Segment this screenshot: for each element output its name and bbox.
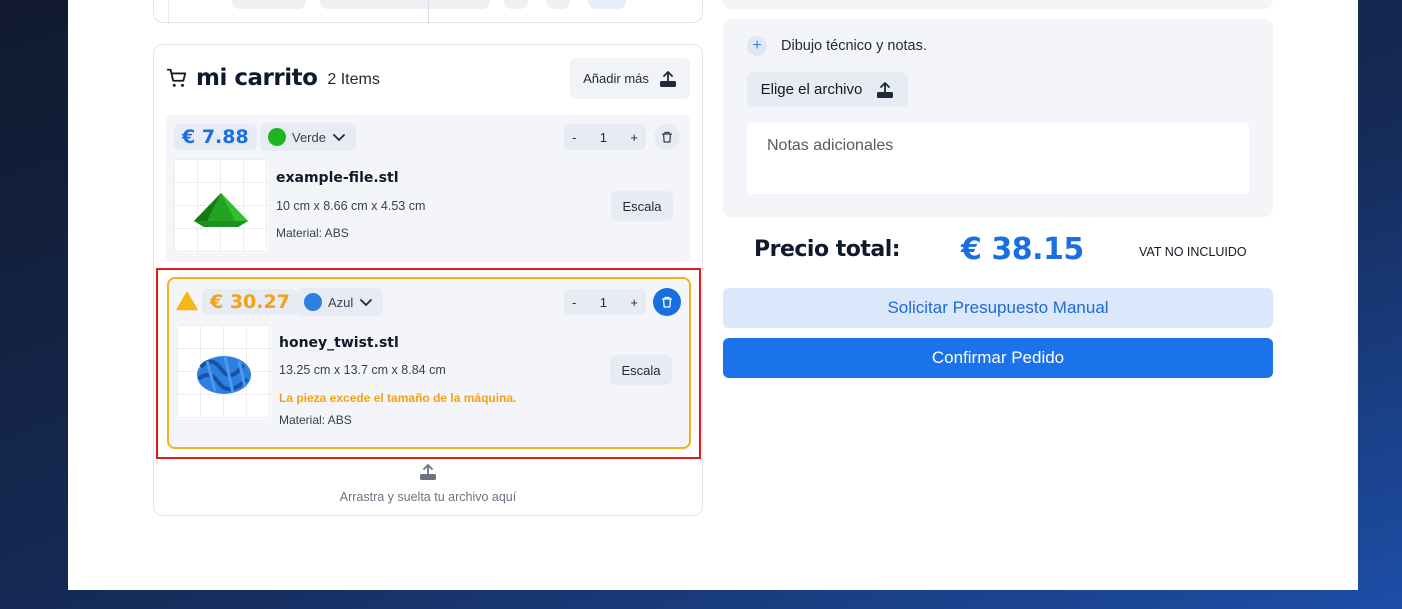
quantity-stepper[interactable]: - 1 +: [564, 289, 646, 315]
dropzone-label: Arrastra y suelta tu archivo aquí: [339, 490, 517, 504]
cart-title: mi carrito: [196, 65, 318, 91]
notes-header[interactable]: + Dibujo técnico y notas.: [747, 36, 927, 56]
plus-icon: +: [747, 36, 767, 56]
upload-icon: [659, 70, 676, 87]
item-price: € 7.88: [174, 124, 257, 150]
add-more-label: Añadir más: [583, 71, 649, 86]
model-thumbnail: [177, 325, 271, 419]
color-label: Azul: [328, 294, 354, 310]
item-material: Material: ABS: [279, 413, 352, 427]
decrement-button[interactable]: -: [572, 295, 576, 310]
notes-textarea[interactable]: [747, 123, 1249, 194]
chevron-down-icon: [360, 299, 373, 307]
size-warning: La pieza excede el tamaño de la máquina.: [279, 391, 517, 405]
item-filename: honey_twist.stl: [279, 335, 399, 351]
trash-icon: [662, 296, 672, 308]
confirm-order-button[interactable]: Confirmar Pedido: [723, 338, 1273, 378]
settings-icon[interactable]: [588, 0, 626, 9]
toolbar-stub[interactable]: [320, 0, 490, 9]
model-thumbnail: [174, 159, 268, 253]
cart-item-count: 2 Items: [327, 70, 380, 88]
cart-card: mi carrito 2 Items Añadir más € 7.88 Ver…: [153, 44, 703, 516]
scale-button[interactable]: Escala: [611, 191, 673, 221]
color-swatch: [304, 293, 322, 311]
previous-section-strip: [723, 0, 1273, 9]
upload-icon: [420, 464, 436, 480]
vat-note: VAT NO INCLUIDO: [1139, 245, 1247, 259]
cart-item: € 7.88 Verde - 1 + example-file.stl 10 c…: [166, 115, 690, 262]
file-dropzone[interactable]: Arrastra y suelta tu archivo aquí: [154, 463, 702, 504]
increment-button[interactable]: +: [630, 130, 638, 145]
color-swatch: [268, 128, 286, 146]
color-select[interactable]: Verde: [260, 123, 356, 151]
total-label: Precio total:: [754, 237, 901, 262]
item-dimensions: 13.25 cm x 13.7 cm x 8.84 cm: [279, 363, 446, 377]
divider: [428, 0, 429, 24]
cart-item-warning: € 30.27 Azul - 1 + honey_twist.stl 13.25…: [167, 277, 691, 449]
pyramid-model-icon: [194, 193, 248, 227]
delete-button[interactable]: [654, 124, 680, 150]
quantity-value[interactable]: 1: [600, 130, 607, 145]
scale-button[interactable]: Escala: [610, 355, 672, 385]
page-sheet: mi carrito 2 Items Añadir más € 7.88 Ver…: [68, 0, 1358, 590]
color-label: Verde: [292, 129, 326, 145]
item-dimensions: 10 cm x 8.66 cm x 4.53 cm: [276, 199, 426, 213]
toolbar-stub[interactable]: [232, 0, 306, 9]
warning-icon: [176, 291, 198, 311]
item-filename: example-file.stl: [276, 170, 399, 186]
color-select[interactable]: Azul: [296, 288, 384, 316]
item-material: Material: ABS: [276, 226, 349, 240]
decrement-button[interactable]: -: [572, 130, 576, 145]
notes-card: + Dibujo técnico y notas. Elige el archi…: [723, 19, 1273, 217]
grid-line: [168, 0, 169, 24]
notes-heading: Dibujo técnico y notas.: [781, 38, 927, 54]
upload-icon: [877, 81, 894, 98]
total-price: € 38.15: [961, 232, 1084, 267]
choose-file-button[interactable]: Elige el archivo: [747, 72, 908, 107]
twisted-model-icon: [197, 356, 251, 394]
item-price: € 30.27: [202, 289, 298, 315]
toolbar-icon[interactable]: [504, 0, 528, 9]
trash-icon: [662, 131, 672, 143]
toolbar-icon[interactable]: [546, 0, 570, 9]
cart-icon: [166, 68, 187, 87]
cart-header: mi carrito 2 Items: [166, 65, 380, 91]
quantity-value[interactable]: 1: [600, 295, 607, 310]
manual-quote-button[interactable]: Solicitar Presupuesto Manual: [723, 288, 1273, 328]
add-more-button[interactable]: Añadir más: [570, 58, 690, 99]
quantity-stepper[interactable]: - 1 +: [564, 124, 646, 150]
increment-button[interactable]: +: [630, 295, 638, 310]
delete-button[interactable]: [653, 288, 681, 316]
chevron-down-icon: [333, 134, 345, 142]
choose-file-label: Elige el archivo: [760, 81, 863, 98]
previous-section-card: [153, 0, 703, 24]
